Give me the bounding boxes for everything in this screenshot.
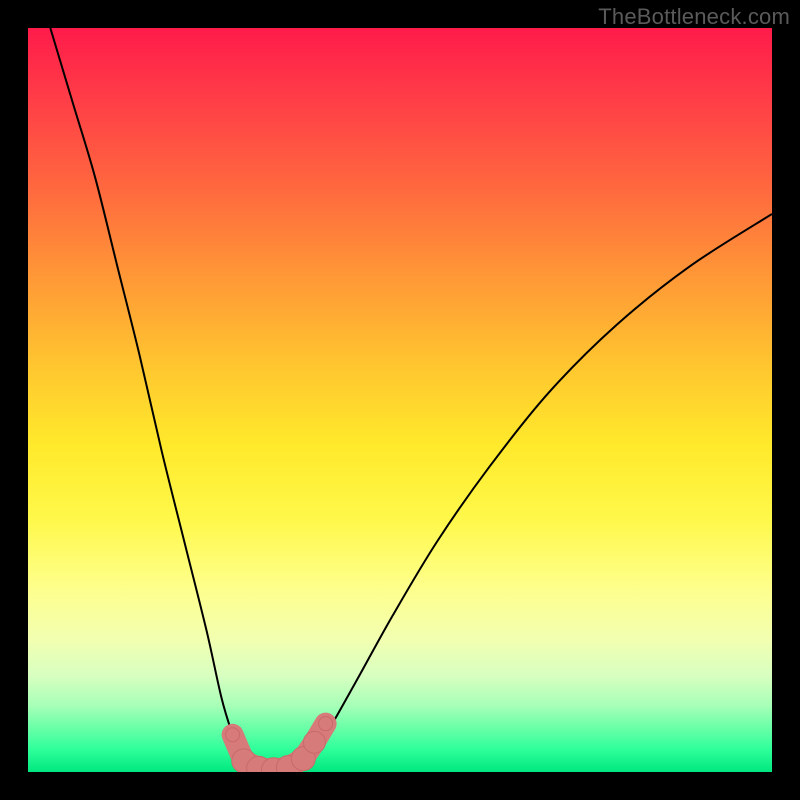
- watermark-text: TheBottleneck.com: [598, 4, 790, 30]
- marker-layer: [226, 717, 333, 772]
- valley-marker-dot: [319, 717, 333, 731]
- chart-svg: [28, 28, 772, 772]
- curve-layer: [50, 28, 772, 772]
- bottleneck-curve: [50, 28, 772, 772]
- chart-frame: TheBottleneck.com: [0, 0, 800, 800]
- valley-marker-dot: [303, 731, 325, 753]
- chart-plot-area: [28, 28, 772, 772]
- valley-marker-dot: [226, 728, 240, 742]
